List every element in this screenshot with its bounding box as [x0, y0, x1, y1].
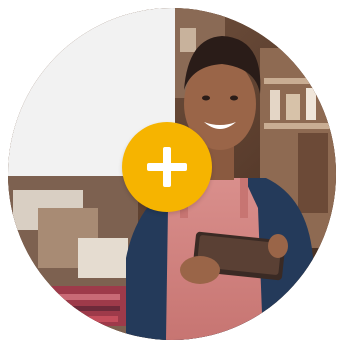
hero-graphic	[0, 0, 338, 342]
add-button[interactable]	[122, 122, 212, 212]
plus-icon	[122, 122, 212, 212]
